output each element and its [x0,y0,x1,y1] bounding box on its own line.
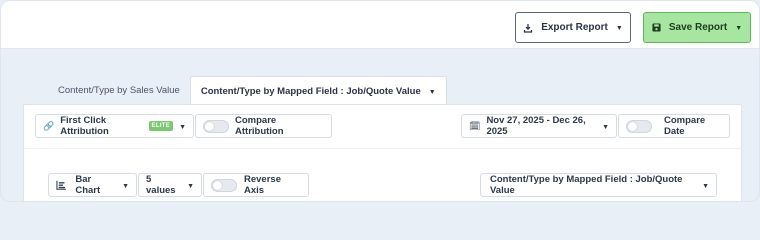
chevron-down-icon: ▼ [187,182,194,190]
date-range-value: Nov 27, 2025 - Dec 26, 2025 [486,115,586,137]
compare-date-toggle[interactable]: Compare Date [618,114,730,138]
toggle-switch[interactable] [203,119,229,133]
chevron-down-icon: ▼ [428,88,436,96]
chevron-down-icon: ▼ [122,182,129,190]
elite-badge: ELITE [148,121,174,131]
tab-mapped-field[interactable]: Content/Type by Mapped Field : Job/Quote… [189,76,447,105]
report-panel: 🔗 First Click Attribution ELITE ▼ Compar… [23,104,742,201]
field-select-value: Content/Type by Mapped Field : Job/Quote… [490,174,683,196]
values-count-value: 5 values [146,174,176,196]
link-icon: 🔗 [43,120,55,131]
toggle-switch[interactable] [626,119,652,133]
report-tabs: Content/Type by Sales Value Content/Type… [48,76,447,105]
floppy-icon [652,23,661,32]
save-report-label: Save Report [668,22,728,33]
chart-type-value: Bar Chart [75,174,101,196]
divider [24,148,741,149]
tab-sales-value[interactable]: Content/Type by Sales Value [48,76,190,105]
export-report-button[interactable]: Export Report ▼ [515,12,631,43]
top-toolbar: Export Report ▼ Save Report ▼ [1,1,759,49]
compare-attribution-toggle[interactable]: Compare Attribution [195,114,332,138]
toggle-switch[interactable] [211,178,237,192]
report-frame: Export Report ▼ Save Report ▼ Content/Ty… [0,0,760,202]
reverse-axis-toggle[interactable]: Reverse Axis [203,173,309,197]
chart-type-select[interactable]: Bar Chart ▼ [48,173,137,197]
chevron-down-icon: ▼ [602,123,609,131]
calendar-icon: 🗓 [469,120,481,131]
bar-chart-icon [56,180,66,190]
chevron-down-icon: ▼ [615,25,623,32]
save-report-button[interactable]: Save Report ▼ [643,12,751,43]
download-icon [524,23,533,33]
export-report-label: Export Report [541,22,608,33]
compare-attribution-label: Compare Attribution [235,115,284,137]
attribution-select[interactable]: 🔗 First Click Attribution ELITE ▼ [35,114,194,138]
field-select[interactable]: Content/Type by Mapped Field : Job/Quote… [480,173,717,197]
attribution-label: First Click Attribution [60,115,109,137]
chevron-down-icon: ▼ [735,25,743,32]
compare-date-label: Compare Date [664,115,706,137]
chevron-down-icon: ▼ [702,182,709,190]
chevron-down-icon: ▼ [179,123,186,131]
values-count-select[interactable]: 5 values ▼ [138,173,202,197]
reverse-axis-label: Reverse Axis [244,174,281,196]
tab-label: Content/Type by Mapped Field : Job/Quote… [200,85,421,97]
date-range-select[interactable]: 🗓 Nov 27, 2025 - Dec 26, 2025 ▼ [461,114,617,138]
tab-label: Content/Type by Sales Value [58,85,180,96]
